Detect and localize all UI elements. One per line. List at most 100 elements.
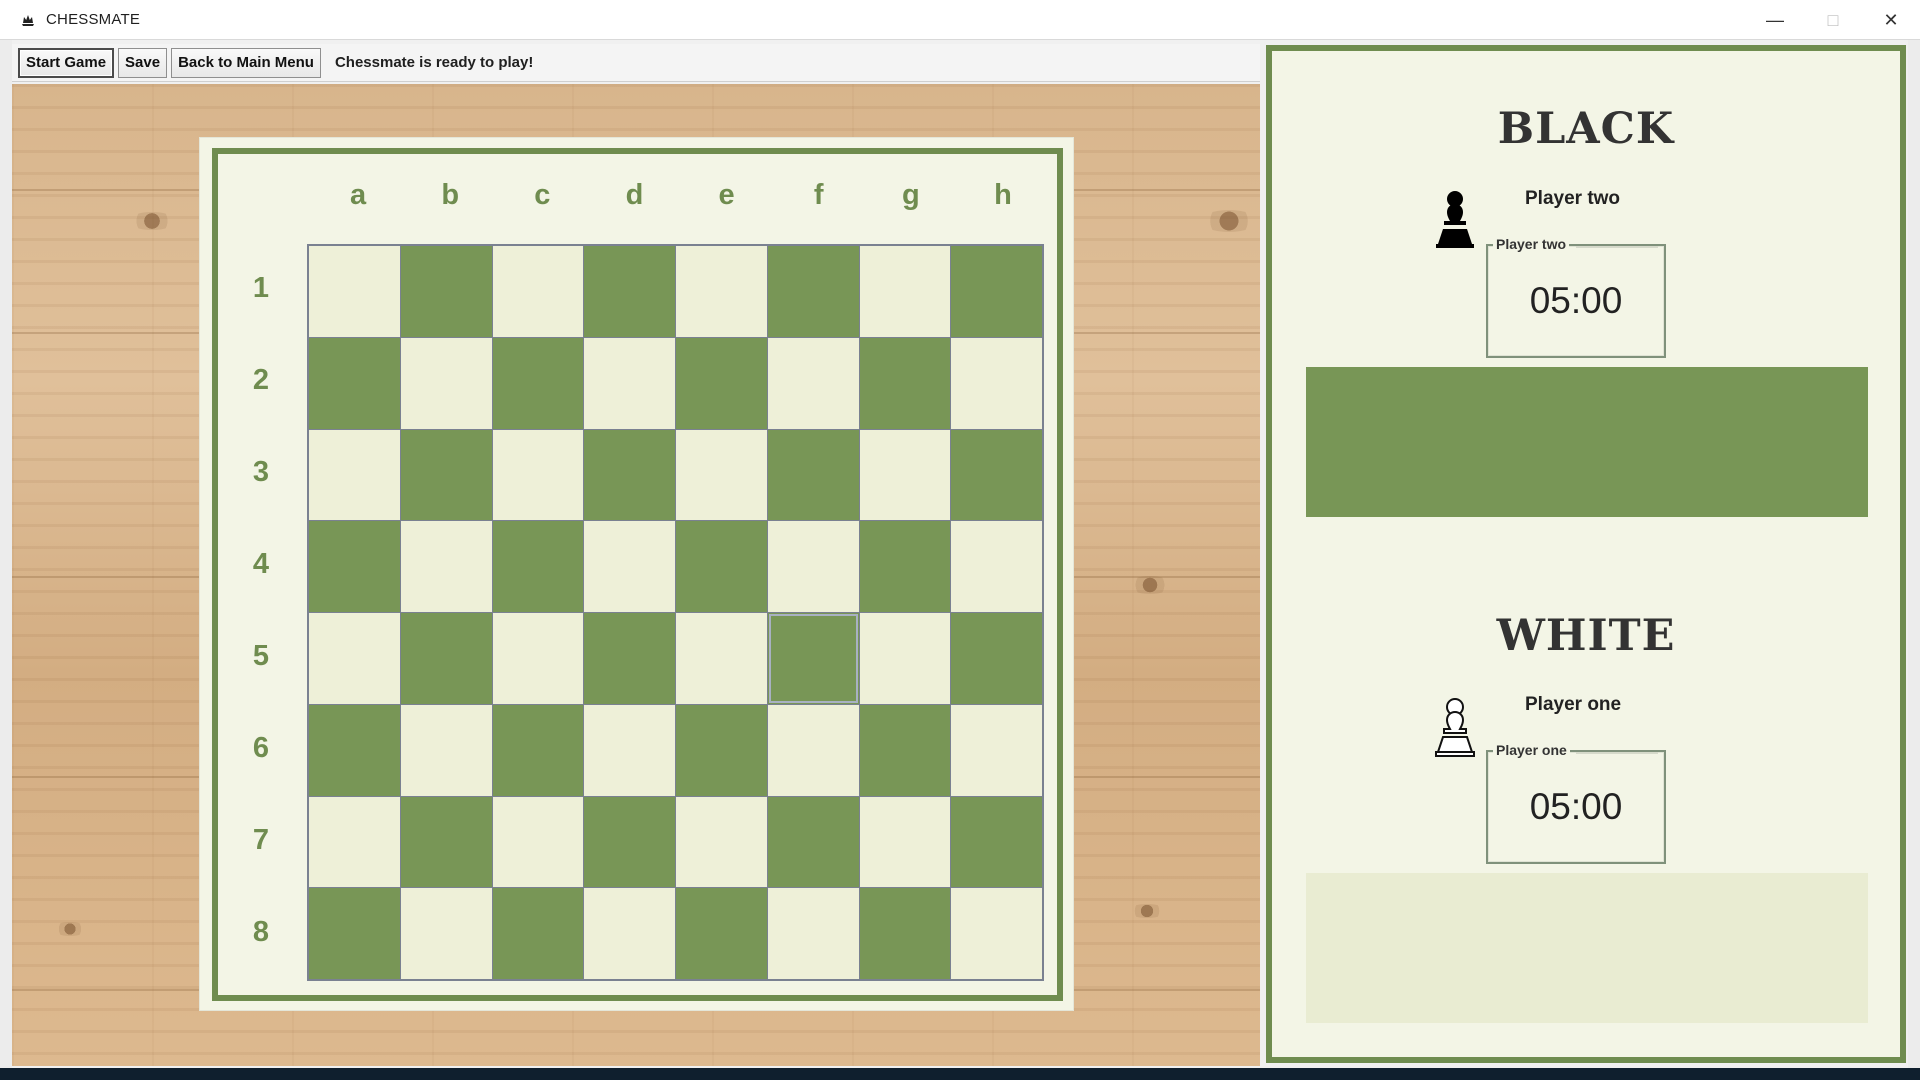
square-d1[interactable] [584, 246, 675, 337]
square-f6[interactable] [767, 704, 859, 796]
square-f8[interactable] [767, 888, 859, 979]
square-e5[interactable] [676, 613, 767, 704]
square-c5[interactable] [492, 613, 584, 704]
white-timer-value: 05:00 [1529, 786, 1623, 827]
square-e6[interactable] [676, 704, 767, 796]
timer-frame-line [1576, 752, 1658, 754]
square-f2[interactable] [767, 337, 859, 429]
square-b7[interactable] [400, 796, 492, 888]
square-g1[interactable] [859, 246, 951, 337]
square-a8[interactable] [309, 888, 400, 979]
square-d6[interactable] [584, 704, 675, 796]
wood-knot [53, 922, 87, 936]
chess-board[interactable] [307, 244, 1044, 981]
square-a4[interactable] [309, 521, 400, 612]
rank-label: 2 [252, 363, 270, 396]
square-f3[interactable] [767, 429, 859, 521]
square-h7[interactable] [951, 796, 1042, 888]
black-captured-pieces-area [1306, 367, 1868, 517]
black-timer-caption: Player two [1493, 236, 1570, 252]
close-button[interactable]: ✕ [1862, 0, 1920, 40]
white-pawn-icon [1435, 698, 1475, 757]
title-bar: CHESSMATE — □ ✕ [0, 0, 1920, 40]
file-label: b [441, 178, 460, 211]
square-d4[interactable] [584, 521, 675, 612]
white-player-name: Player one [1525, 694, 1622, 715]
status-message: Chessmate is ready to play! [334, 54, 534, 71]
square-g6[interactable] [859, 704, 951, 796]
square-g8[interactable] [859, 888, 951, 979]
black-side-title: BLACK [1497, 104, 1675, 154]
square-h5[interactable] [951, 613, 1042, 704]
chess-crown-icon [18, 10, 38, 30]
square-e4[interactable] [676, 521, 767, 612]
file-label: f [813, 178, 824, 211]
black-pawn-icon [1436, 191, 1474, 248]
top-toolbar: Start Game Save Back to Main Menu Chessm… [12, 44, 1260, 82]
square-g7[interactable] [859, 796, 951, 888]
square-h8[interactable] [951, 888, 1042, 979]
square-a1[interactable] [309, 246, 400, 337]
square-a2[interactable] [309, 337, 400, 429]
square-h2[interactable] [951, 337, 1042, 429]
rank-label: 1 [252, 271, 270, 304]
square-c6[interactable] [492, 704, 584, 796]
players-panel: BLACK Player two Player two 05:00 WHITE [1266, 45, 1906, 1063]
square-d8[interactable] [584, 888, 675, 979]
board-panel: a b c d e f g h 1 2 3 4 5 6 7 8 [199, 137, 1074, 1011]
board-frame: a b c d e f g h 1 2 3 4 5 6 7 8 [212, 148, 1063, 1001]
square-b3[interactable] [400, 429, 492, 521]
square-h6[interactable] [951, 704, 1042, 796]
square-h1[interactable] [951, 246, 1042, 337]
minimize-button[interactable]: — [1746, 0, 1804, 40]
square-g4[interactable] [859, 521, 951, 612]
square-g5[interactable] [859, 613, 951, 704]
square-f7[interactable] [767, 796, 859, 888]
back-to-main-menu-button[interactable]: Back to Main Menu [171, 47, 321, 78]
square-b8[interactable] [400, 888, 492, 979]
square-d7[interactable] [584, 796, 675, 888]
square-g2[interactable] [859, 337, 951, 429]
square-g3[interactable] [859, 429, 951, 521]
black-timer-value: 05:00 [1529, 280, 1623, 321]
rank-label: 5 [252, 640, 270, 673]
square-b1[interactable] [400, 246, 492, 337]
square-a7[interactable] [309, 796, 400, 888]
square-c1[interactable] [492, 246, 584, 337]
square-h4[interactable] [951, 521, 1042, 612]
square-c4[interactable] [492, 521, 584, 612]
square-e1[interactable] [676, 246, 767, 337]
square-a3[interactable] [309, 429, 400, 521]
square-e8[interactable] [676, 888, 767, 979]
maximize-button[interactable]: □ [1804, 0, 1862, 40]
square-e3[interactable] [676, 429, 767, 521]
square-c7[interactable] [492, 796, 584, 888]
square-d5[interactable] [584, 613, 675, 704]
square-d2[interactable] [584, 337, 675, 429]
file-label: a [349, 178, 367, 211]
square-b6[interactable] [400, 704, 492, 796]
window-title: CHESSMATE [46, 11, 141, 28]
wood-knot [128, 212, 176, 230]
square-c3[interactable] [492, 429, 584, 521]
square-b4[interactable] [400, 521, 492, 612]
square-f4[interactable] [767, 521, 859, 612]
square-e2[interactable] [676, 337, 767, 429]
square-f1[interactable] [767, 246, 859, 337]
file-label: e [718, 178, 735, 211]
wood-knot [1200, 210, 1258, 232]
save-button[interactable]: Save [118, 47, 168, 78]
square-e7[interactable] [676, 796, 767, 888]
square-b5[interactable] [400, 613, 492, 704]
square-a6[interactable] [309, 704, 400, 796]
start-game-button[interactable]: Start Game [18, 47, 115, 78]
square-f5[interactable] [767, 613, 859, 704]
square-c8[interactable] [492, 888, 584, 979]
square-d3[interactable] [584, 429, 675, 521]
square-b2[interactable] [400, 337, 492, 429]
square-h3[interactable] [951, 429, 1042, 521]
rank-labels: 1 2 3 4 5 6 7 8 [236, 242, 286, 979]
square-a5[interactable] [309, 613, 400, 704]
square-c2[interactable] [492, 337, 584, 429]
rank-label: 4 [252, 547, 270, 580]
